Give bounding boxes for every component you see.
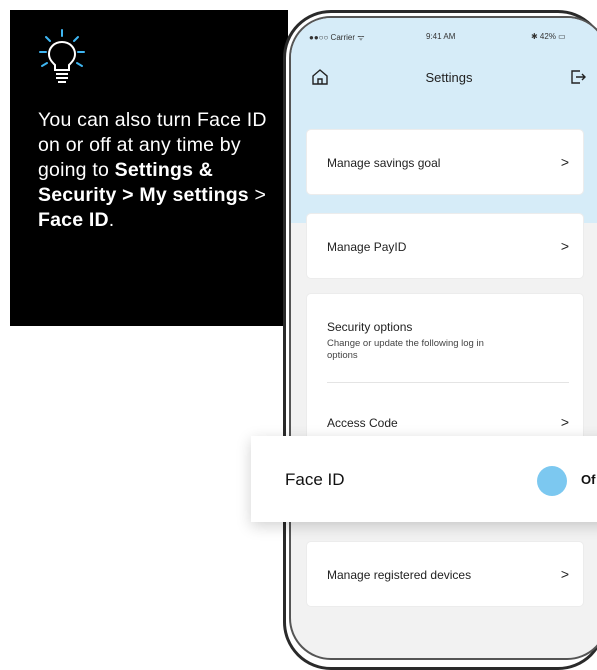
logout-icon[interactable] [569, 68, 587, 86]
manage-registered-devices-row[interactable]: Manage registered devices > [307, 542, 583, 606]
face-id-label: Face ID [285, 470, 345, 489]
status-bar: ●●○○ Carrier ᯤ 9:41 AM ✱ 42% ▭ [291, 32, 597, 46]
face-id-toggle[interactable] [537, 466, 567, 496]
tip-panel: You can also turn Face ID on or off at a… [10, 10, 288, 326]
chevron-right-icon: > [560, 154, 569, 170]
clock: 9:41 AM [426, 32, 456, 41]
manage-savings-goal-row[interactable]: Manage savings goal > [307, 130, 583, 194]
nav-bar: Settings [291, 66, 597, 92]
manage-payid-row[interactable]: Manage PayID > [307, 214, 583, 278]
battery: ✱ 42% ▭ [531, 32, 566, 41]
chevron-right-icon: > [560, 238, 569, 254]
page-title: Settings [425, 70, 473, 85]
phone-screen: ●●○○ Carrier ᯤ 9:41 AM ✱ 42% ▭ Settings … [289, 16, 597, 660]
lightbulb-icon [39, 29, 85, 83]
face-id-path: Face ID [38, 209, 109, 231]
tip-text-end: . [108, 209, 115, 231]
security-options-subtitle: Change or update the following log in op… [327, 338, 484, 361]
toggle-state: Of [581, 472, 596, 487]
chevron-right-icon[interactable]: > [561, 414, 569, 430]
row-label: Manage registered devices [327, 568, 472, 582]
face-id-row[interactable]: Face ID Of [251, 436, 597, 522]
row-label: Manage PayID [327, 240, 407, 254]
security-options-title: Security options [327, 320, 413, 334]
row-label: Manage savings goal [327, 156, 441, 170]
chevron-right-icon: > [560, 566, 569, 582]
tip-text: You can also turn Face ID on or off at a… [38, 108, 278, 233]
divider [327, 382, 569, 383]
tip-text-sep: > [248, 184, 267, 206]
carrier: ●●○○ Carrier ᯤ [309, 33, 365, 42]
access-code-label[interactable]: Access Code [327, 416, 398, 430]
